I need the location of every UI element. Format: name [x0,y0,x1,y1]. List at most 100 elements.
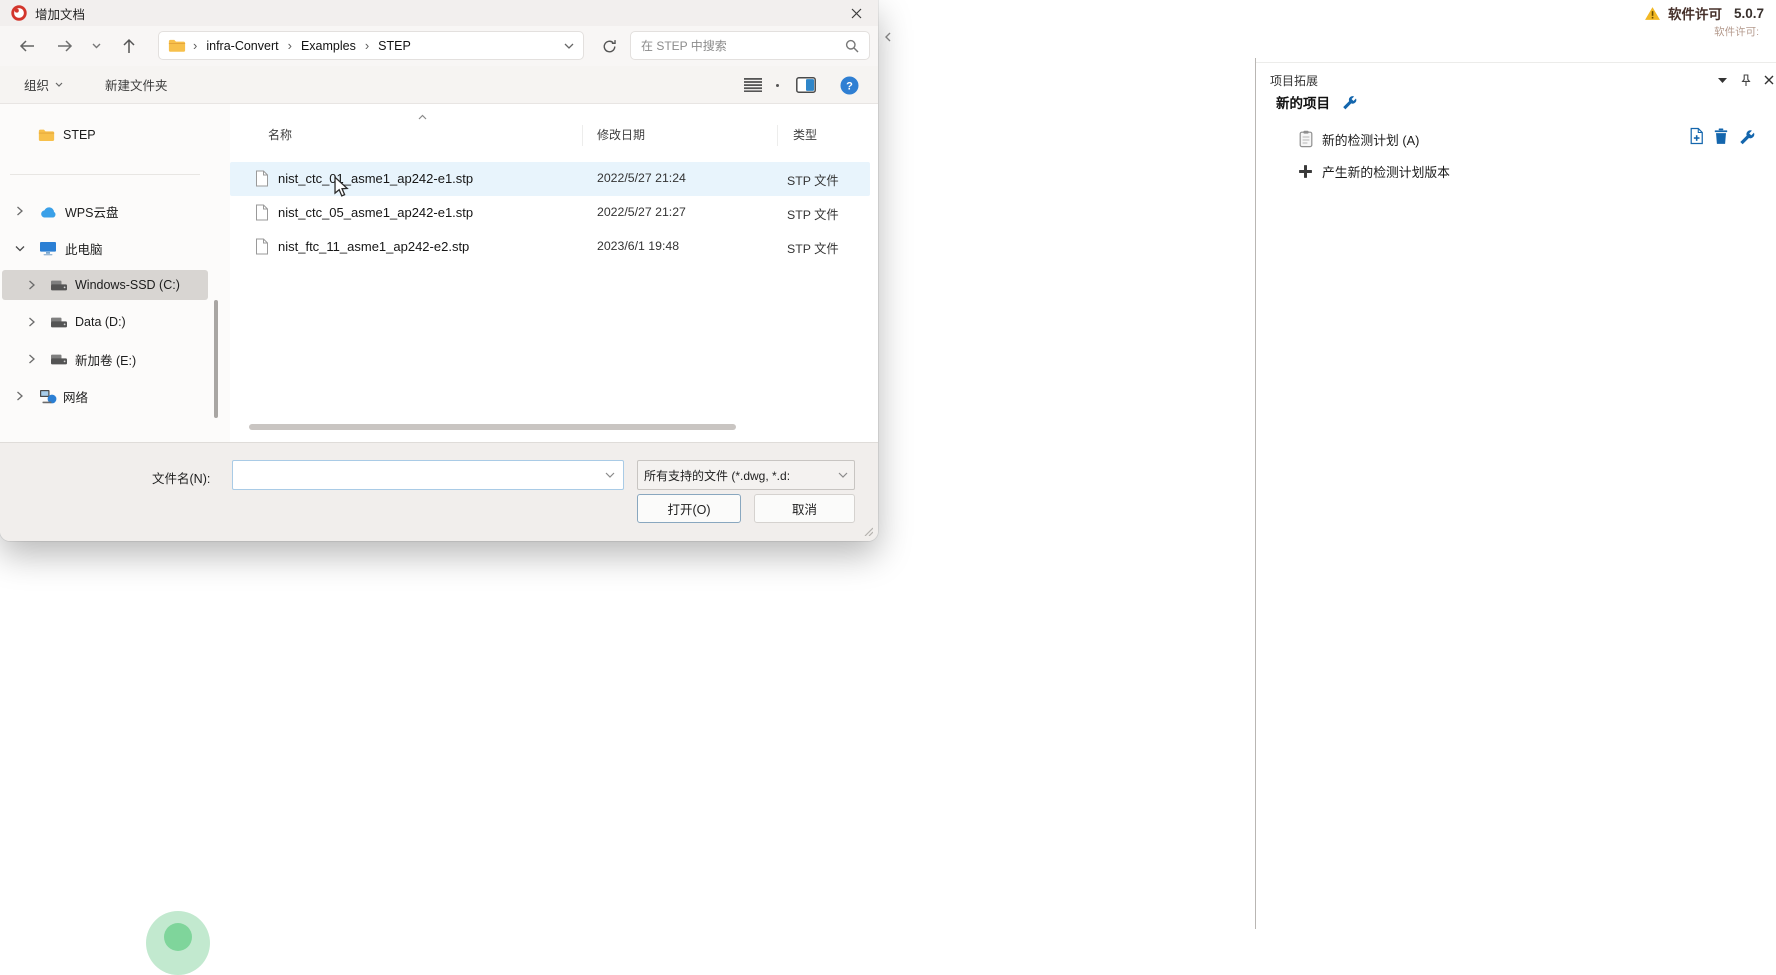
panel-pin-button[interactable] [1738,73,1754,87]
panel-close-button[interactable] [1761,73,1776,87]
drive-icon [50,316,68,329]
project-expansion-panel: 项目拓展 新的项目 新的检测计划 (A) [1256,62,1776,929]
column-header-name[interactable]: 名称 [268,126,292,143]
new-folder-label: 新建文件夹 [105,75,168,94]
filetype-dropdown[interactable]: 所有支持的文件 (*.dwg, *.d: [637,460,855,490]
sidebar-item-label: STEP [63,128,96,142]
file-list-area: 名称 修改日期 类型 nist_ctc_01_asme1_ap242-e1.st… [230,104,878,442]
breadcrumb-item-infra-convert[interactable]: infra-Convert [204,39,280,53]
sidebar-item-label: 网络 [63,387,88,406]
chevron-right-icon[interactable] [28,280,35,290]
file-icon [255,204,269,221]
breadcrumb-item-examples[interactable]: Examples [299,39,358,53]
file-name: nist_ctc_01_asme1_ap242-e1.stp [278,171,473,186]
sidebar-item-new-volume-e[interactable]: 新加卷 (E:) [0,344,230,374]
sidebar-scrollbar[interactable] [214,300,218,418]
caret-down-icon [1718,78,1727,83]
sidebar-item-network[interactable]: 网络 [0,381,230,411]
back-button[interactable] [12,31,42,61]
new-plan-version-action[interactable]: 产生新的检测计划版本 [1298,159,1450,183]
file-row[interactable]: nist_ftc_11_asme1_ap242-e2.stp 2023/6/1 … [230,230,870,264]
new-folder-button[interactable]: 新建文件夹 [97,70,176,99]
wrench-icon[interactable] [1738,128,1755,145]
wrench-icon[interactable] [1341,94,1357,110]
drive-icon [50,353,68,366]
filename-label: 文件名(N): [152,468,210,487]
cancel-button[interactable]: 取消 [754,494,855,523]
chevron-down-icon [92,43,101,49]
address-bar[interactable]: › infra-Convert › Examples › STEP [158,31,584,60]
help-icon[interactable]: ? [840,76,859,95]
inspection-plan-item[interactable]: 新的检测计划 (A) [1298,127,1419,151]
dialog-close-button[interactable] [838,1,874,25]
file-icon [255,170,269,187]
file-name: nist_ctc_05_asme1_ap242-e1.stp [278,205,473,220]
dialog-navbar: › infra-Convert › Examples › STEP [0,26,878,66]
mouse-cursor [333,176,350,198]
arrow-left-icon [19,39,35,53]
organize-label: 组织 [24,75,49,94]
filename-input[interactable] [241,468,605,482]
refresh-icon [602,39,617,54]
folder-icon [168,38,186,53]
file-type: STP 文件 [787,171,839,189]
panel-menu-button[interactable] [1714,73,1730,87]
chevron-right-icon[interactable] [16,391,23,401]
sidebar-item-wps-cloud[interactable]: WPS云盘 [0,196,230,226]
filename-combobox[interactable] [232,460,624,490]
column-header-type[interactable]: 类型 [793,126,817,143]
network-icon [39,389,57,404]
plus-icon [1298,164,1313,179]
preview-pane-icon[interactable] [796,77,816,93]
sidebar-item-label: Windows-SSD (C:) [75,278,180,292]
search-input[interactable] [641,39,845,53]
pin-icon [1741,74,1751,87]
open-button[interactable]: 打开(O) [637,494,741,523]
sidebar-item-step[interactable]: STEP [0,120,230,150]
chevron-right-icon[interactable] [28,354,35,364]
chevron-down-icon[interactable] [605,472,615,478]
column-header-date[interactable]: 修改日期 [597,126,645,143]
license-status: 软件许可 5.0.7 [1644,3,1764,23]
horizontal-scrollbar[interactable] [249,424,736,430]
chevron-down-icon[interactable] [15,245,25,252]
arrow-right-icon [57,39,73,53]
forward-button[interactable] [50,31,80,61]
column-divider[interactable] [582,125,583,146]
dialog-titlebar[interactable]: 增加文档 [0,0,878,26]
recent-locations-button[interactable] [84,31,108,61]
file-row[interactable]: nist_ctc_01_asme1_ap242-e1.stp 2022/5/27… [230,162,870,196]
svg-text:?: ? [846,81,853,93]
folder-icon [38,128,55,142]
collapse-left-icon[interactable] [884,32,892,42]
chevron-right-icon[interactable] [28,317,35,327]
sidebar-item-label: WPS云盘 [65,202,118,221]
license-label: 软件许可 [1668,3,1722,23]
sidebar-item-data-d[interactable]: Data (D:) [0,307,230,337]
file-list-header: 名称 修改日期 类型 [230,120,872,148]
drive-icon [50,279,68,292]
search-box[interactable] [630,31,870,60]
breadcrumb-item-step[interactable]: STEP [376,39,413,53]
column-divider[interactable] [777,125,778,146]
sidebar-item-windows-ssd-c[interactable]: Windows-SSD (C:) [0,270,230,300]
arrow-up-icon [122,38,136,54]
sidebar-item-label: 此电脑 [65,239,103,258]
sidebar-item-label: Data (D:) [75,315,126,329]
up-button[interactable] [114,31,144,61]
new-document-icon[interactable] [1689,127,1704,145]
list-view-icon[interactable] [744,78,762,92]
chevron-right-icon[interactable] [16,206,23,216]
sort-ascending-icon [418,114,427,120]
file-row[interactable]: nist_ctc_05_asme1_ap242-e1.stp 2022/5/27… [230,196,870,230]
view-options-dot-icon[interactable] [776,84,779,87]
refresh-button[interactable] [594,31,624,61]
delete-icon[interactable] [1713,127,1729,145]
resize-grip[interactable] [863,526,873,536]
sidebar-item-this-pc[interactable]: 此电脑 [0,233,230,263]
chevron-down-icon[interactable] [564,43,574,49]
organize-button[interactable]: 组织 [16,70,71,99]
breadcrumb-separator: › [186,38,204,53]
license-subtext: 软件许可: [1714,24,1759,39]
search-icon[interactable] [845,39,859,53]
